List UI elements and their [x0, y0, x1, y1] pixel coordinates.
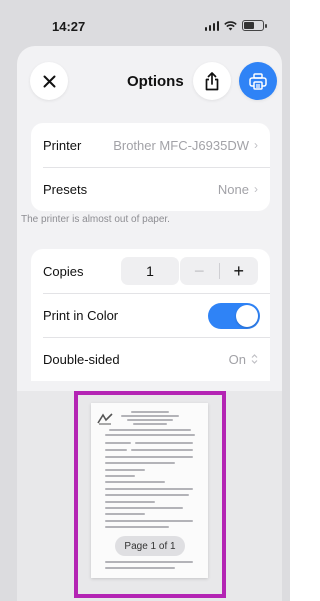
chevron-right-icon: › [254, 138, 258, 152]
cellular-signal-icon [204, 20, 219, 31]
print-preview-area: Page 1 of 1 [17, 391, 282, 601]
status-icons [204, 20, 267, 31]
printer-row[interactable]: Printer Brother MFC-J6935DW › [31, 123, 270, 167]
nav-title: Options [127, 73, 184, 90]
double-sided-value: On [228, 351, 246, 367]
printer-settings-group: Printer Brother MFC-J6935DW › Presets No… [31, 123, 270, 211]
double-sided-row[interactable]: Double-sided On [31, 337, 270, 381]
close-icon [43, 75, 55, 87]
copies-label: Copies [43, 263, 84, 279]
page-count-badge: Page 1 of 1 [115, 536, 185, 556]
print-in-color-label: Print in Color [43, 307, 119, 323]
print-in-color-toggle[interactable] [208, 303, 260, 329]
preview-highlight-frame: Page 1 of 1 [74, 391, 226, 598]
presets-value: None [217, 181, 249, 197]
print-in-color-row: Print in Color [31, 293, 270, 337]
copies-stepper: − + [180, 257, 258, 285]
print-options-screen: 14:27 Options Printer Brother MFC-J6935D… [0, 0, 290, 601]
share-button[interactable] [193, 62, 231, 100]
paper-warning-note: The printer is almost out of paper. [21, 214, 170, 225]
status-bar: 14:27 [0, 0, 290, 44]
battery-icon [242, 20, 267, 31]
share-icon [205, 71, 219, 90]
print-button[interactable] [239, 62, 277, 100]
printer-value: Brother MFC-J6935DW [113, 137, 249, 153]
increment-button[interactable]: + [220, 257, 259, 285]
presets-row[interactable]: Presets None › [31, 167, 270, 211]
chevron-up-down-icon [251, 354, 258, 364]
wifi-icon [224, 20, 237, 30]
decrement-button[interactable]: − [180, 257, 219, 285]
options-sheet: Options Printer Brother MFC-J6935DW › Pr… [17, 46, 282, 601]
page-preview-thumbnail[interactable]: Page 1 of 1 [91, 403, 208, 578]
copies-row: Copies 1 − + [31, 249, 270, 293]
double-sided-label: Double-sided [43, 351, 120, 367]
copies-field[interactable]: 1 [121, 257, 179, 285]
presets-label: Presets [43, 181, 88, 197]
printer-label: Printer [43, 137, 82, 153]
close-button[interactable] [30, 62, 68, 100]
print-icon [249, 72, 267, 90]
print-options-group: Copies 1 − + Print in Color Double-sided… [31, 249, 270, 381]
document-logo-icon [97, 413, 113, 425]
chevron-right-icon: › [254, 182, 258, 196]
nav-bar: Options [17, 46, 282, 116]
status-time: 14:27 [52, 19, 86, 34]
